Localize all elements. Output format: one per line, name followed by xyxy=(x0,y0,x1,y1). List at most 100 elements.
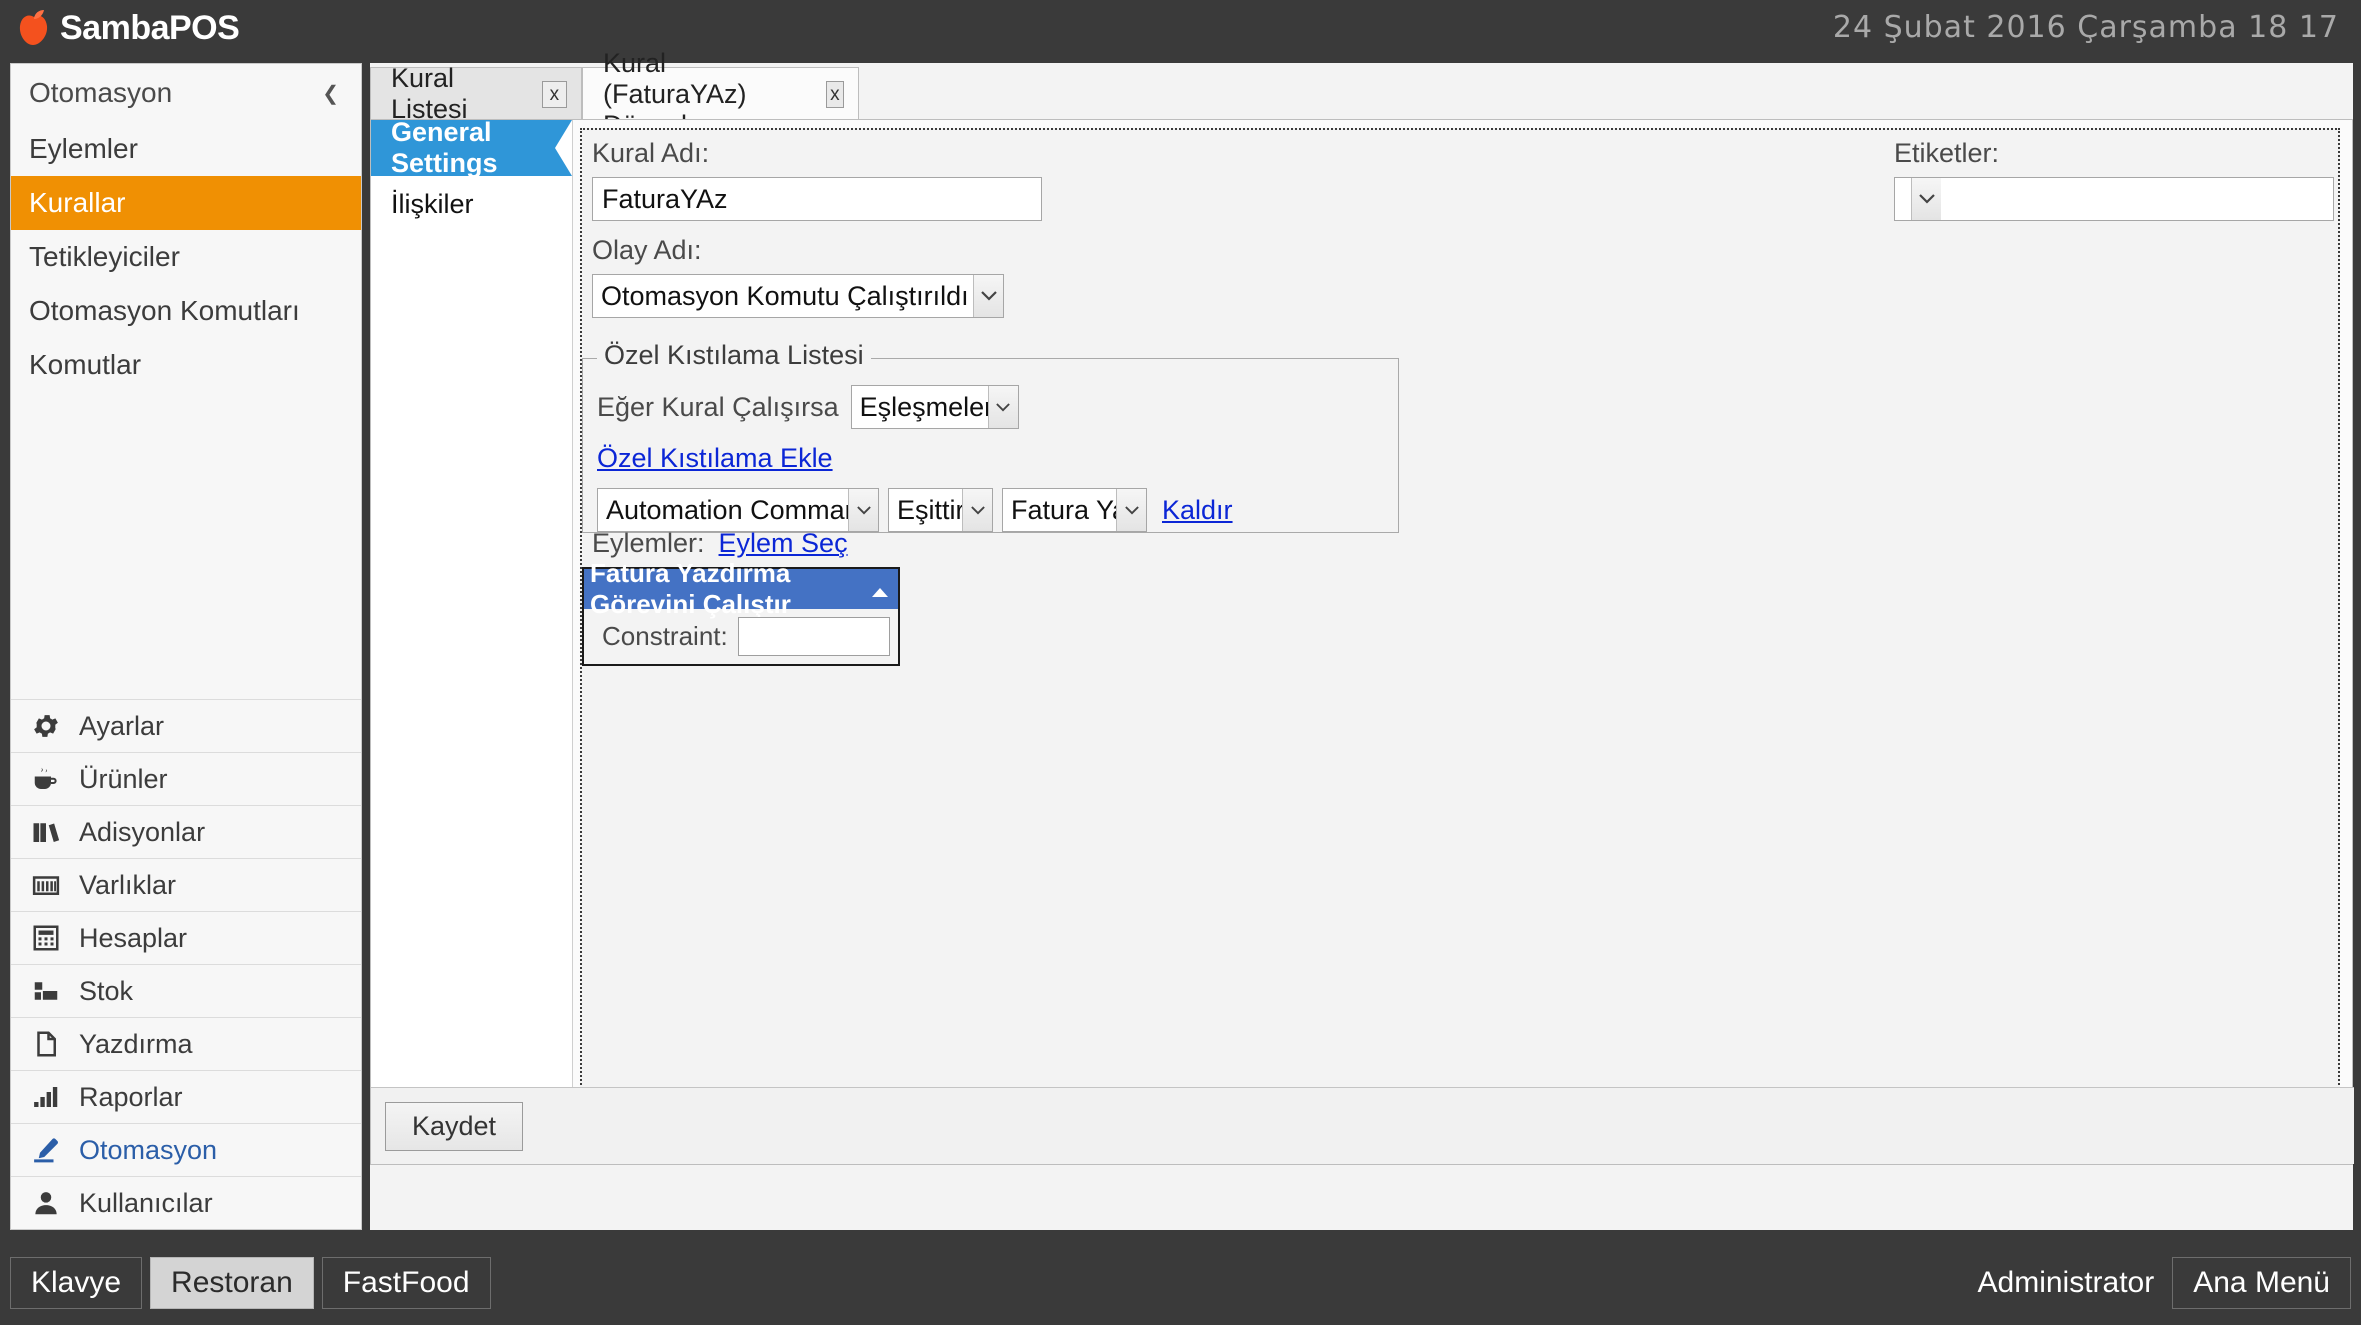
sidebar-module-urunler[interactable]: Ürünler xyxy=(11,752,361,805)
brand: SambaPOS xyxy=(0,8,240,47)
boxes-icon xyxy=(29,974,63,1008)
sidebar-item-label: Kurallar xyxy=(29,187,126,218)
sidebar-item-label: Komutlar xyxy=(29,349,142,380)
sidebar-module-label: Varlıklar xyxy=(79,869,177,900)
chevron-down-icon[interactable] xyxy=(973,275,1003,317)
current-user-label: Administrator xyxy=(1977,1265,2155,1299)
actions-label: Eylemler: xyxy=(592,528,705,558)
taskbar-button-fastfood[interactable]: FastFood xyxy=(321,1256,491,1309)
chevron-left-icon[interactable]: ❮ xyxy=(322,81,339,106)
sidebar-item-label: Tetikleyiciler xyxy=(29,241,180,272)
brand-name: SambaPOS xyxy=(60,8,240,47)
event-name-select[interactable]: Otomasyon Komutu Çalıştırıldı xyxy=(592,274,1004,318)
subnav-label: İlişkiler xyxy=(391,188,474,219)
document-icon xyxy=(29,1027,63,1061)
constraint-value-value: Fatura Yaz xyxy=(1011,494,1116,525)
sidebar-module-label: Hesaplar xyxy=(79,922,188,953)
taskbar: Klavye Restoran FastFood Administrator A… xyxy=(0,1240,2361,1325)
sidebar-module-label: Raporlar xyxy=(79,1081,183,1112)
save-button[interactable]: Kaydet xyxy=(385,1101,524,1151)
sidebar-module-label: Yazdırma xyxy=(79,1028,193,1059)
coffee-cup-icon xyxy=(29,762,63,796)
constraint-operator-select[interactable]: Eşittir xyxy=(888,488,993,532)
tab-strip: Kural Listesi x Kural (FaturaYAz) Düzenl… xyxy=(370,48,2353,140)
sidebar-item-komutlar[interactable]: Komutlar xyxy=(11,338,361,392)
tab-kural-duzenle[interactable]: Kural (FaturaYAz) Düzenle x xyxy=(582,48,859,140)
sidebar-module-adisyonlar[interactable]: Adisyonlar xyxy=(11,805,361,858)
constraint-field-select[interactable]: Automation Command Name xyxy=(597,488,879,532)
user-icon xyxy=(29,1186,63,1220)
subnav-item-iliskiler[interactable]: İlişkiler xyxy=(371,176,572,232)
chevron-down-icon[interactable] xyxy=(987,386,1018,428)
chevron-down-icon[interactable] xyxy=(962,489,992,531)
barcode-icon xyxy=(29,868,63,902)
apple-logo-icon xyxy=(14,9,54,47)
taskbar-right: Administrator Ana Menü xyxy=(1977,1256,2351,1309)
match-mode-value: Eşleşmeler xyxy=(859,391,988,422)
rule-name-input[interactable]: FaturaYAz xyxy=(592,177,1042,221)
sidebar-nav-section: Otomasyon ❮ Eylemler Kurallar Tetikleyic… xyxy=(11,64,361,392)
application-header: SambaPOS 24 Şubat 2016 Çarşamba 18 17 xyxy=(0,0,2361,55)
caret-up-icon[interactable] xyxy=(871,574,889,605)
match-mode-select[interactable]: Eşleşmeler xyxy=(850,385,1019,429)
event-name-value: Otomasyon Komutu Çalıştırıldı xyxy=(601,280,969,311)
sidebar-module-label: Ürünler xyxy=(79,763,168,794)
close-icon[interactable]: x xyxy=(825,80,844,108)
left-sidebar: Otomasyon ❮ Eylemler Kurallar Tetikleyic… xyxy=(10,63,362,1230)
constraint-label: Constraint: xyxy=(602,621,728,651)
sidebar-module-kullanicilar[interactable]: Kullanıcılar xyxy=(11,1176,361,1229)
remove-constraint-link[interactable]: Kaldır xyxy=(1162,495,1233,526)
sidebar-item-otomasyon-komutlari[interactable]: Otomasyon Komutları xyxy=(11,284,361,338)
sidebar-item-kurallar[interactable]: Kurallar xyxy=(11,176,361,230)
event-name-label: Olay Adı: xyxy=(592,235,702,265)
select-action-link[interactable]: Eylem Seç xyxy=(719,528,848,559)
action-item-header[interactable]: Fatura Yazdırma Görevini Çalıştır xyxy=(584,558,898,619)
chevron-down-icon[interactable] xyxy=(1116,489,1146,531)
main-menu-button[interactable]: Ana Menü xyxy=(2172,1256,2351,1309)
constraint-value-select[interactable]: Fatura Yaz xyxy=(1002,488,1147,532)
sidebar-module-raporlar[interactable]: Raporlar xyxy=(11,1070,361,1123)
sidebar-item-label: Eylemler xyxy=(29,133,138,164)
tab-label: Kural Listesi xyxy=(391,63,468,124)
chevron-down-icon[interactable] xyxy=(848,489,878,531)
content-panel: Kural Listesi x Kural (FaturaYAz) Düzenl… xyxy=(370,48,2354,1230)
tags-label: Etiketler: xyxy=(1894,138,2000,168)
taskbar-button-restoran[interactable]: Restoran xyxy=(150,1256,314,1309)
sidebar-item-eylemler[interactable]: Eylemler xyxy=(11,122,361,176)
taskbar-buttons: Klavye Restoran FastFood xyxy=(10,1256,491,1309)
tags-value xyxy=(1895,178,1911,220)
subnav-item-general-settings[interactable]: General Settings xyxy=(371,117,572,178)
constraint-input[interactable] xyxy=(737,617,890,656)
sidebar-module-label: Stok xyxy=(79,975,134,1006)
sidebar-module-ayarlar[interactable]: Ayarlar xyxy=(11,699,361,752)
sidebar-module-stok[interactable]: Stok xyxy=(11,964,361,1017)
sidebar-module-hesaplar[interactable]: Hesaplar xyxy=(11,911,361,964)
sidebar-section-title: Otomasyon ❮ xyxy=(11,64,361,122)
close-icon[interactable]: x xyxy=(541,80,567,108)
sidebar-module-label: Adisyonlar xyxy=(79,816,206,847)
taskbar-button-klavye[interactable]: Klavye xyxy=(10,1256,143,1309)
main-body: Otomasyon ❮ Eylemler Kurallar Tetikleyic… xyxy=(0,48,2361,1240)
custom-constraint-groupbox: Özel Kıstılama Listesi Eğer Kural Çalışı… xyxy=(582,340,1399,533)
app-window: SambaPOS 24 Şubat 2016 Çarşamba 18 17 Ot… xyxy=(0,0,2361,1325)
sidebar-module-yazdirma[interactable]: Yazdırma xyxy=(11,1017,361,1070)
sidebar-item-tetikleyiciler[interactable]: Tetikleyiciler xyxy=(11,230,361,284)
clock-datetime: 24 Şubat 2016 Çarşamba 18 17 xyxy=(1832,10,2339,45)
constraint-operator-value: Eşittir xyxy=(897,494,962,525)
save-bar: Kaydet xyxy=(371,1087,2354,1164)
action-item-title: Fatura Yazdırma Görevini Çalıştır xyxy=(590,558,791,619)
add-custom-constraint-link[interactable]: Özel Kıstılama Ekle xyxy=(597,443,833,473)
marker-pen-icon xyxy=(29,1133,63,1167)
bar-chart-icon xyxy=(29,1080,63,1114)
page-surface: General Settings İlişkiler Kural Adı: Fa… xyxy=(370,117,2354,1165)
sidebar-module-varliklar[interactable]: Varlıklar xyxy=(11,858,361,911)
subnav-label: General Settings xyxy=(391,117,498,178)
calculator-icon xyxy=(29,921,63,955)
chevron-down-icon[interactable] xyxy=(1911,178,1941,220)
sidebar-modules-section: Ayarlar Ürünler Adisyonlar Varlıklar Hes… xyxy=(11,699,361,1229)
action-item: Fatura Yazdırma Görevini Çalıştır Constr… xyxy=(582,558,900,666)
tags-select[interactable] xyxy=(1894,177,2334,221)
tab-kural-listesi[interactable]: Kural Listesi x xyxy=(370,63,582,124)
sidebar-module-otomasyon[interactable]: Otomasyon xyxy=(11,1123,361,1176)
